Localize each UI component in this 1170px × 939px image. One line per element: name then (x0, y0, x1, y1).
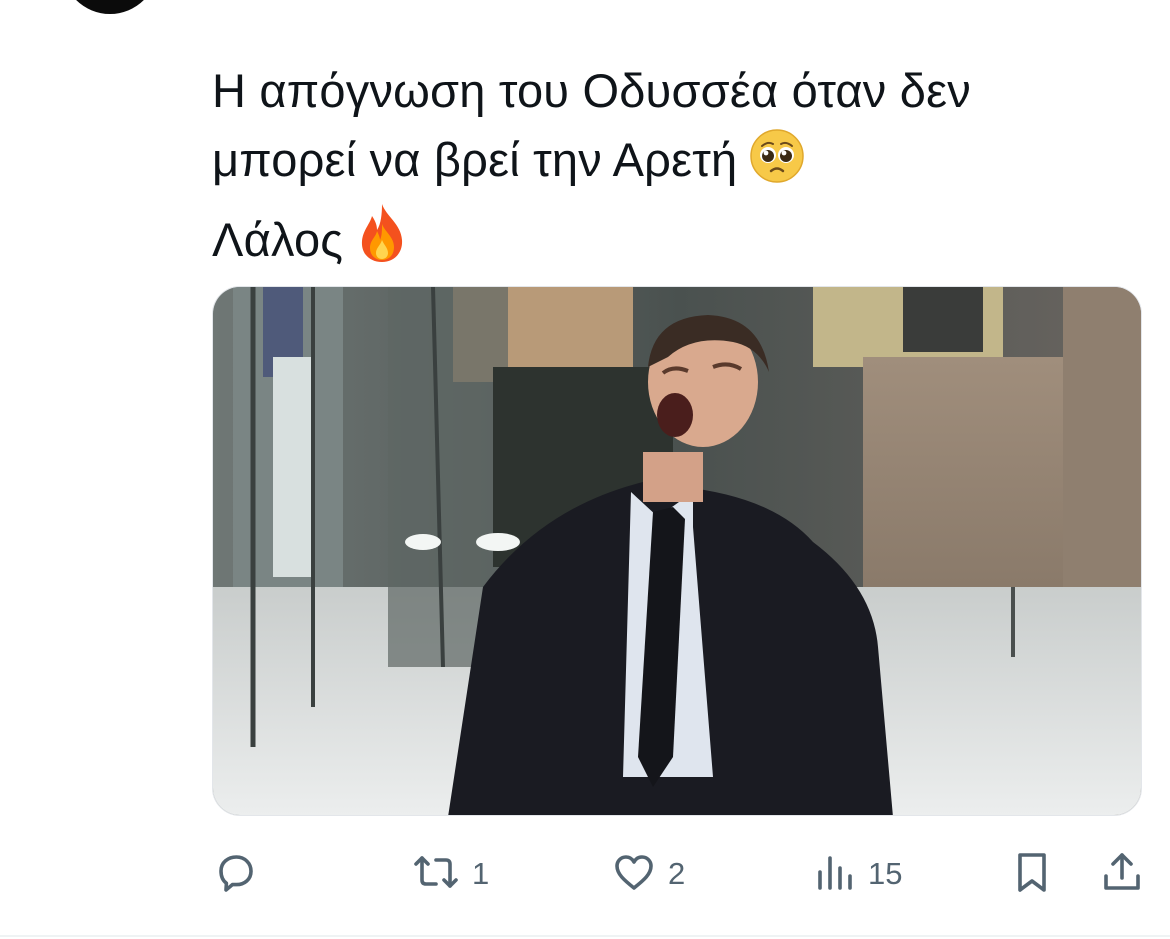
share-button[interactable] (1098, 842, 1146, 906)
like-count: 2 (668, 856, 686, 891)
tweet-text: Η απόγνωση του Οδυσσέα όταν δεν μπορεί ν… (212, 56, 1112, 282)
tweet-action-bar: 1 2 15 (212, 842, 1144, 906)
like-button[interactable]: 2 (610, 842, 685, 906)
retweet-arrows-icon (410, 848, 462, 901)
retweet-button[interactable]: 1 (410, 842, 489, 906)
bar-chart-icon (810, 848, 858, 901)
tweet-divider (0, 935, 1170, 937)
tweet-text-line-2: μπορεί να βρεί την Αρετή (212, 133, 738, 186)
bookmark-button[interactable] (1008, 842, 1056, 906)
fire-emoji (355, 202, 409, 282)
retweet-count: 1 (472, 856, 490, 891)
bookmark-icon (1008, 848, 1056, 901)
heart-icon (610, 848, 658, 901)
author-avatar[interactable] (62, 0, 158, 14)
speech-bubble-icon (212, 848, 260, 901)
tweet-text-line-1: Η απόγνωση του Οδυσσέα όταν δεν (212, 64, 971, 117)
tweet-text-line-3: Λάλος (212, 213, 344, 266)
pleading-face-emoji (749, 128, 805, 202)
views-count: 15 (868, 856, 903, 891)
man-screaming-image (213, 287, 1141, 815)
attached-video-thumbnail[interactable] (212, 286, 1142, 816)
share-upload-icon (1098, 848, 1146, 901)
views-button[interactable]: 15 (810, 842, 902, 906)
reply-button[interactable] (212, 842, 270, 906)
